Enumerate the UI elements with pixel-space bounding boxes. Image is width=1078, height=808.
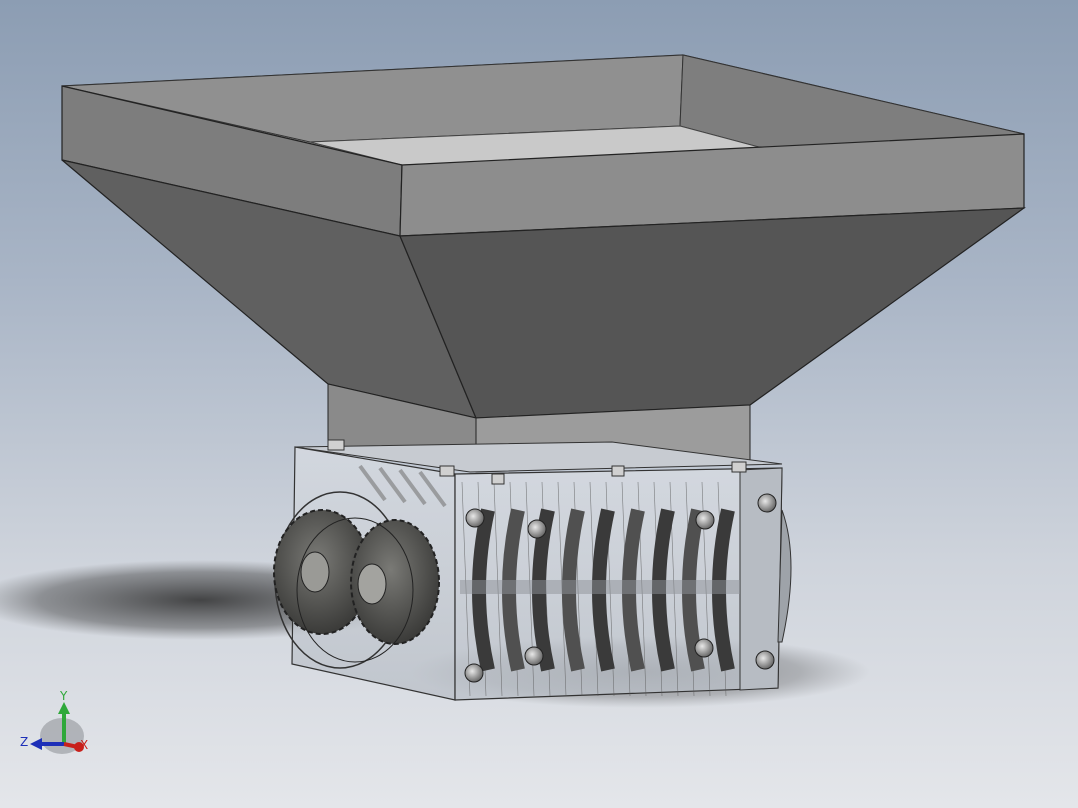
y-axis-label: Y <box>59 689 68 703</box>
model-scene[interactable]: Y Z X <box>0 0 1078 808</box>
y-axis-arrowhead <box>58 702 70 714</box>
z-axis-label: Z <box>20 735 28 749</box>
hopper[interactable] <box>61 54 1026 473</box>
z-axis-arrowhead <box>30 738 42 750</box>
x-axis-label: X <box>80 738 88 752</box>
orientation-triad[interactable]: Y Z X <box>20 689 88 754</box>
graphics-viewport[interactable]: Y Z X <box>0 0 1078 808</box>
